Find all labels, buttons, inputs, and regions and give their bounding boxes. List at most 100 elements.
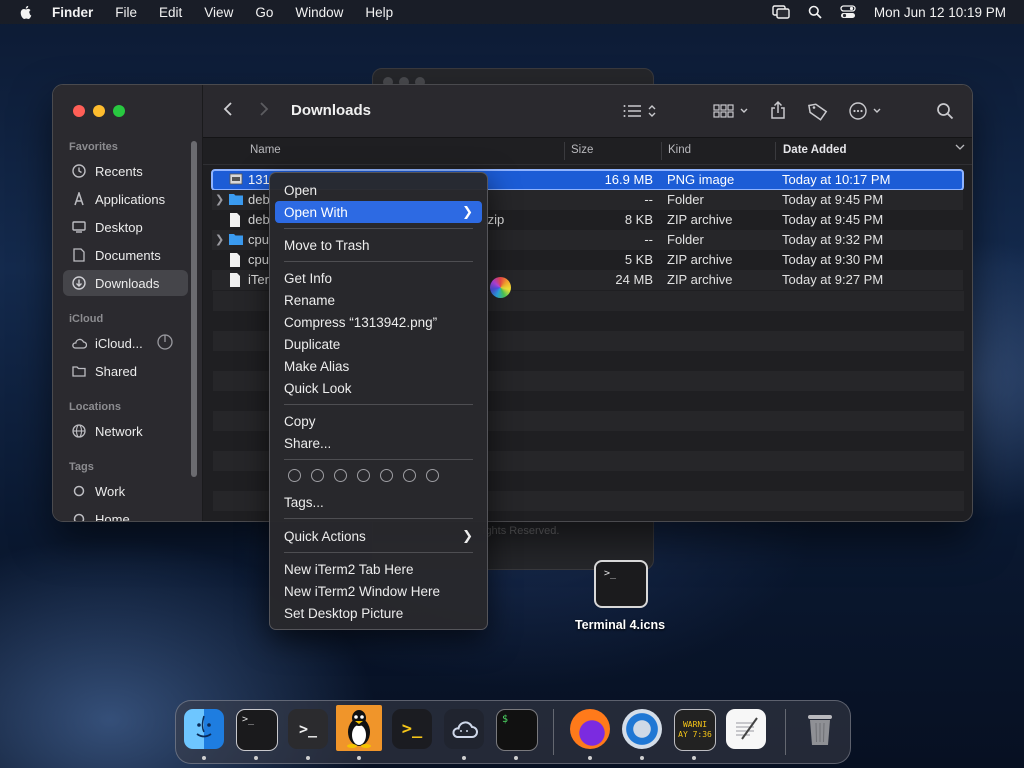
menu-item-share[interactable]: Share... — [275, 432, 482, 454]
minimize-button[interactable] — [93, 105, 105, 117]
toolbar: Downloads — [203, 85, 972, 138]
menu-item-open-with[interactable]: Open With ❯ — [275, 201, 482, 223]
menu-item-quick-look[interactable]: Quick Look — [275, 377, 482, 399]
sidebar-item-network[interactable]: Network — [63, 418, 188, 444]
sidebar-item-tag-home[interactable]: Home — [63, 506, 188, 522]
sidebar-item-downloads[interactable]: Downloads — [63, 270, 188, 296]
sidebar-item-documents[interactable]: Documents — [63, 242, 188, 268]
menu-window[interactable]: Window — [295, 5, 343, 20]
file-name: deb — [248, 212, 270, 227]
context-menu: Open Open With ❯ Move to Trash Get Info R… — [269, 172, 488, 630]
tag-color-red[interactable] — [288, 469, 301, 482]
menu-finder[interactable]: Finder — [52, 5, 93, 20]
share-icon[interactable] — [770, 100, 786, 120]
menu-item-make-alias[interactable]: Make Alias — [275, 355, 482, 377]
sidebar-item-recents[interactable]: Recents — [63, 158, 188, 184]
terminal-prompt-glyph: >_ — [604, 568, 617, 579]
more-actions-icon[interactable] — [849, 102, 887, 120]
disclosure-chevron-icon[interactable]: ❯ — [215, 233, 224, 246]
control-center-icon[interactable] — [840, 5, 856, 19]
menu-item-label: New iTerm2 Tab Here — [284, 561, 414, 577]
menu-item-copy[interactable]: Copy — [275, 410, 482, 432]
group-by-icon[interactable] — [713, 103, 751, 119]
sidebar-item-label: Desktop — [95, 219, 143, 235]
file-size: -- — [644, 192, 653, 207]
column-name[interactable]: Name — [250, 144, 281, 156]
tag-color-gray[interactable] — [426, 469, 439, 482]
menu-go[interactable]: Go — [255, 5, 273, 20]
tag-color-yellow[interactable] — [334, 469, 347, 482]
close-button[interactable] — [73, 105, 85, 117]
tag-icon[interactable] — [808, 101, 828, 121]
spotlight-search-icon[interactable] — [808, 5, 822, 19]
sidebar-item-tag-work[interactable]: Work — [63, 478, 188, 504]
menu-item-tags[interactable]: Tags... — [275, 491, 482, 513]
menu-item-get-info[interactable]: Get Info — [275, 267, 482, 289]
terminal-dark-icon[interactable]: >_ — [288, 709, 328, 749]
column-size[interactable]: Size — [571, 144, 593, 156]
menu-help[interactable]: Help — [365, 5, 393, 20]
file-size: -- — [644, 232, 653, 247]
document-icon — [229, 213, 242, 227]
sidebar-item-icloud-drive[interactable]: iCloud... — [63, 330, 188, 356]
firefox-icon[interactable] — [570, 709, 610, 749]
column-kind[interactable]: Kind — [668, 144, 691, 156]
textedit-icon[interactable] — [726, 709, 766, 749]
window-title: Downloads — [291, 102, 372, 119]
sidebar-item-label: Downloads — [95, 275, 160, 291]
cloud-icon[interactable] — [444, 709, 484, 749]
column-date-added[interactable]: Date Added — [783, 144, 846, 156]
powershell-icon[interactable]: >_ — [392, 709, 432, 749]
menu-view[interactable]: View — [204, 5, 233, 20]
menu-clock[interactable]: Mon Jun 12 10:19 PM — [874, 5, 1006, 20]
tag-color-blue[interactable] — [380, 469, 393, 482]
file-name: iTer — [248, 272, 269, 287]
menu-file[interactable]: File — [115, 5, 137, 20]
sidebar-item-label: Home — [95, 511, 130, 522]
menu-item-label: Rename — [284, 292, 336, 308]
desktop-file-icon[interactable]: >_ — [594, 560, 648, 608]
zoom-button[interactable] — [113, 105, 125, 117]
sidebar-item-desktop[interactable]: Desktop — [63, 214, 188, 240]
tag-color-green[interactable] — [357, 469, 370, 482]
menu-item-label: Quick Look — [284, 380, 352, 396]
apple-menu-icon[interactable] — [18, 4, 34, 20]
disclosure-chevron-icon[interactable]: ❯ — [215, 193, 224, 206]
forward-button[interactable] — [259, 101, 269, 117]
menu-item-open[interactable]: Open — [275, 179, 482, 201]
quicktime-icon[interactable] — [622, 709, 662, 749]
menu-item-new-iterm-window[interactable]: New iTerm2 Window Here — [275, 580, 482, 602]
search-icon[interactable] — [936, 102, 954, 120]
menu-edit[interactable]: Edit — [159, 5, 182, 20]
menu-item-new-iterm-tab[interactable]: New iTerm2 Tab Here — [275, 558, 482, 580]
terminal-icon[interactable]: >_ — [236, 709, 278, 751]
menu-item-move-to-trash[interactable]: Move to Trash — [275, 234, 482, 256]
console-icon[interactable]: WARNI AY 7:36 — [674, 709, 716, 751]
tag-circle-icon — [71, 511, 87, 521]
iterm-icon[interactable]: $ — [496, 709, 538, 751]
sidebar-item-shared[interactable]: Shared — [63, 358, 188, 384]
shared-folder-icon — [71, 363, 87, 379]
tag-color-purple[interactable] — [403, 469, 416, 482]
menu-item-duplicate[interactable]: Duplicate — [275, 333, 482, 355]
sidebar-scrollbar[interactable] — [191, 141, 197, 477]
back-button[interactable] — [223, 101, 233, 117]
menu-item-rename[interactable]: Rename — [275, 289, 482, 311]
desktop-file-label[interactable]: Terminal 4.icns — [560, 618, 680, 632]
menu-item-set-desktop-picture[interactable]: Set Desktop Picture — [275, 602, 482, 624]
list-view-icon[interactable] — [623, 103, 657, 119]
menu-item-compress[interactable]: Compress “1313942.png” — [275, 311, 482, 333]
trash-icon[interactable] — [800, 709, 840, 749]
applications-icon — [71, 191, 87, 207]
screen-mirroring-icon[interactable] — [772, 5, 790, 19]
finder-icon[interactable] — [184, 709, 224, 749]
sidebar-item-applications[interactable]: Applications — [63, 186, 188, 212]
sidebar-item-label: Recents — [95, 163, 143, 179]
tag-color-orange[interactable] — [311, 469, 324, 482]
file-name: deb — [248, 192, 270, 207]
column-header: Name Size Kind Date Added — [203, 138, 972, 165]
dock: >_ >_ >_ $ WARNI AY 7:36 — [175, 700, 851, 764]
menu-bar: Finder File Edit View Go Window Help Mon… — [0, 0, 1024, 24]
tux-icon[interactable] — [336, 705, 382, 751]
menu-item-quick-actions[interactable]: Quick Actions ❯ — [275, 525, 482, 547]
